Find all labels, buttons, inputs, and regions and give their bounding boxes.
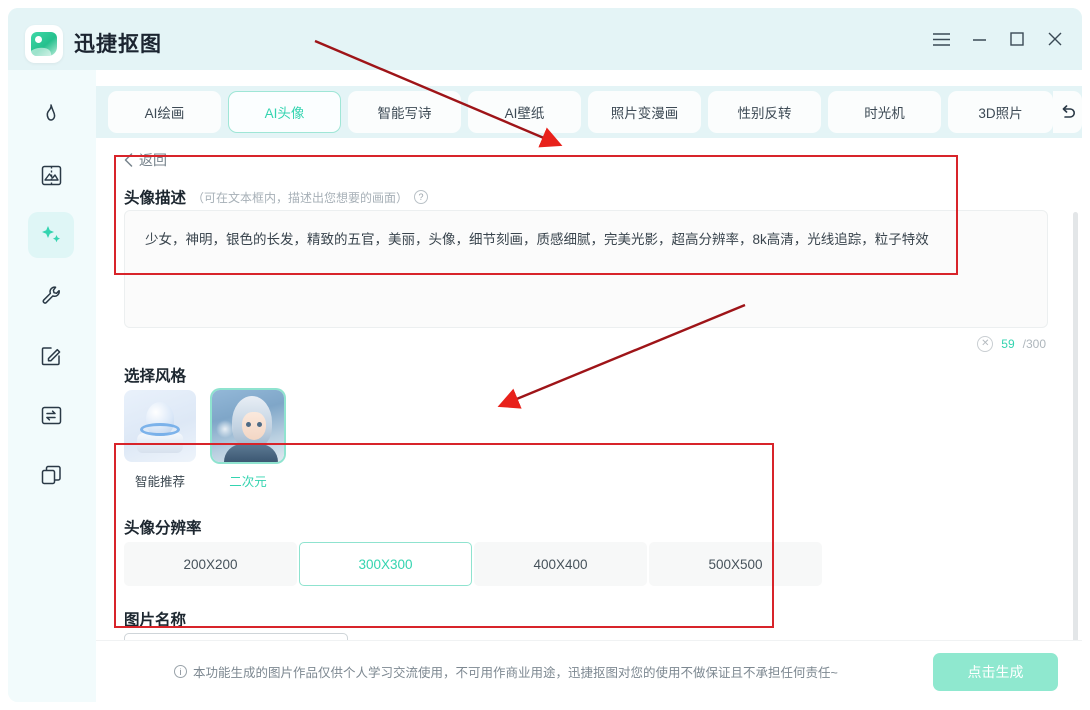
content-area: 返回 头像描述 （可在文本框内，描述出您想要的画面） ? 少女，神明，银色的长发… bbox=[96, 138, 1082, 702]
tab-label: 3D照片 bbox=[978, 106, 1023, 121]
tab-label: 智能写诗 bbox=[377, 106, 432, 121]
close-icon bbox=[1048, 32, 1062, 46]
char-count-limit: /300 bbox=[1022, 337, 1046, 351]
resolution-option-200[interactable]: 200X200 bbox=[124, 542, 297, 586]
tab-ai-avatar[interactable]: AI头像 bbox=[228, 91, 341, 133]
char-count-current: 59 bbox=[1001, 337, 1015, 351]
app-logo bbox=[25, 25, 63, 63]
back-button[interactable]: 返回 bbox=[124, 150, 167, 170]
footer-bar: i 本功能生成的图片作品仅供个人学习交流使用，不可用作商业用途，迅捷抠图对您的使… bbox=[96, 640, 1082, 702]
resolution-section-title: 头像分辨率 bbox=[124, 520, 202, 537]
resolution-option-300[interactable]: 300X300 bbox=[299, 542, 472, 586]
clear-circle-icon[interactable]: ✕ bbox=[977, 336, 994, 352]
chevron-left-icon bbox=[124, 153, 133, 167]
minimize-icon bbox=[972, 38, 986, 41]
menu-button[interactable] bbox=[928, 26, 954, 52]
feature-tab-strip: AI绘画 AI头像 智能写诗 AI壁纸 照片变漫画 性别反转 时光机 3D照片 bbox=[96, 86, 1082, 138]
content-scroll-thumb[interactable] bbox=[1073, 212, 1078, 682]
back-label: 返回 bbox=[139, 152, 167, 168]
convert-icon bbox=[41, 406, 61, 424]
main-panel: AI绘画 AI头像 智能写诗 AI壁纸 照片变漫画 性别反转 时光机 3D照片 … bbox=[96, 70, 1082, 702]
title-bar: 迅捷抠图 bbox=[8, 8, 1082, 70]
sidebar-item-batch[interactable] bbox=[28, 452, 74, 498]
tab-label: AI绘画 bbox=[144, 106, 185, 121]
tab-3d-photo[interactable]: 3D照片 bbox=[948, 91, 1053, 133]
tab-label: 性别反转 bbox=[737, 106, 792, 121]
app-logo-icon bbox=[31, 32, 57, 56]
tab-gender-swap[interactable]: 性别反转 bbox=[708, 91, 821, 133]
minimize-button[interactable] bbox=[966, 26, 992, 52]
style-option-anime[interactable]: 二次元 bbox=[212, 390, 284, 490]
tab-smart-poem[interactable]: 智能写诗 bbox=[348, 91, 461, 133]
style-option-label: 二次元 bbox=[229, 475, 267, 489]
resolution-option-list: 200X200 300X300 400X400 500X500 bbox=[124, 542, 822, 586]
undo-arrow-icon bbox=[1062, 105, 1075, 118]
style-option-smart-recommend[interactable]: 智能推荐 bbox=[124, 390, 196, 490]
style-option-list: 智能推荐 二次元 bbox=[124, 390, 284, 490]
style-thumbnail-image bbox=[124, 390, 196, 462]
style-thumbnail-image bbox=[212, 390, 284, 462]
sparkle-icon bbox=[41, 225, 60, 242]
disclaimer-row: i 本功能生成的图片作品仅供个人学习交流使用，不可用作商业用途，迅捷抠图对您的使… bbox=[174, 662, 838, 681]
filename-section-title: 图片名称 bbox=[124, 612, 187, 629]
body-wrapper: AI绘画 AI头像 智能写诗 AI壁纸 照片变漫画 性别反转 时光机 3D照片 … bbox=[8, 70, 1082, 702]
sidebar-item-ai[interactable] bbox=[28, 212, 74, 258]
maximize-button[interactable] bbox=[1004, 26, 1030, 52]
sidebar-item-hot[interactable] bbox=[28, 92, 74, 138]
flame-icon bbox=[46, 104, 56, 121]
window-controls bbox=[928, 26, 1068, 52]
sidebar-item-tools[interactable] bbox=[28, 272, 74, 318]
tab-time-machine[interactable]: 时光机 bbox=[828, 91, 941, 133]
description-hint: （可在文本框内，描述出您想要的画面） bbox=[192, 190, 409, 205]
tab-label: AI壁纸 bbox=[504, 106, 545, 121]
pencil-square-icon bbox=[41, 346, 60, 365]
tab-label: 照片变漫画 bbox=[610, 106, 679, 121]
image-cut-icon bbox=[41, 165, 61, 185]
app-root: 迅捷抠图 AI绘画 AI头像 智能写诗 AI壁纸 照片变漫画 性别反转 时光机 … bbox=[0, 0, 1090, 710]
info-circle-icon: i bbox=[174, 665, 187, 678]
hamburger-menu-icon bbox=[932, 32, 950, 46]
question-mark-icon[interactable]: ? bbox=[414, 190, 429, 204]
wrench-icon bbox=[42, 285, 60, 304]
tab-ai-painting[interactable]: AI绘画 bbox=[108, 91, 221, 133]
description-header: 头像描述 （可在文本框内，描述出您想要的画面） ? bbox=[124, 186, 429, 208]
tab-ai-wallpaper[interactable]: AI壁纸 bbox=[468, 91, 581, 133]
sidebar-item-cutout[interactable] bbox=[28, 152, 74, 198]
tab-scroll-undo-button[interactable] bbox=[1053, 91, 1082, 133]
tab-label: AI头像 bbox=[264, 106, 305, 121]
disclaimer-text: 本功能生成的图片作品仅供个人学习交流使用，不可用作商业用途，迅捷抠图对您的使用不… bbox=[193, 666, 838, 680]
tab-label: 时光机 bbox=[864, 106, 905, 121]
description-counter-row: ✕ 59 /300 bbox=[977, 336, 1046, 352]
sidebar bbox=[8, 70, 96, 702]
layers-icon bbox=[41, 465, 61, 484]
maximize-icon bbox=[1010, 32, 1024, 46]
description-title: 头像描述 bbox=[124, 190, 187, 207]
resolution-option-500[interactable]: 500X500 bbox=[649, 542, 822, 586]
resolution-option-400[interactable]: 400X400 bbox=[474, 542, 647, 586]
style-section-title: 选择风格 bbox=[124, 368, 187, 385]
tab-photo-to-comic[interactable]: 照片变漫画 bbox=[588, 91, 701, 133]
generate-button[interactable]: 点击生成 bbox=[933, 653, 1058, 691]
description-textarea[interactable]: 少女，神明，银色的长发，精致的五官，美丽，头像，细节刻画，质感细腻，完美光影，超… bbox=[124, 210, 1048, 328]
sidebar-item-convert[interactable] bbox=[28, 392, 74, 438]
app-title: 迅捷抠图 bbox=[74, 33, 162, 56]
style-option-label: 智能推荐 bbox=[134, 475, 185, 489]
close-button[interactable] bbox=[1042, 26, 1068, 52]
application-window: 迅捷抠图 AI绘画 AI头像 智能写诗 AI壁纸 照片变漫画 性别反转 时光机 … bbox=[8, 8, 1082, 702]
sidebar-item-edit[interactable] bbox=[28, 332, 74, 378]
